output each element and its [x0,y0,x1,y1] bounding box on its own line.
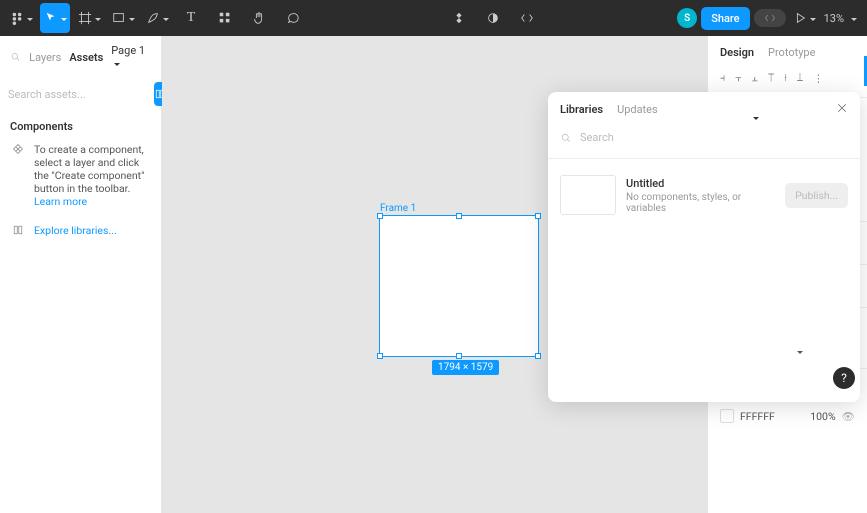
user-avatar[interactable]: S [677,8,697,28]
learn-more-link[interactable]: Learn more [34,195,87,208]
component-tool-button[interactable] [444,3,474,33]
chevron-down-icon [160,12,169,25]
play-icon [793,11,807,25]
component-icon [452,11,466,25]
align-bottom-icon[interactable]: ⟘ [797,71,803,85]
hand-tool-button[interactable] [244,3,274,33]
align-top-icon[interactable]: ⟙ [768,71,774,85]
resize-handle-ne[interactable] [535,213,541,219]
align-hcenter-icon[interactable]: ⫟ [735,71,741,85]
resize-handle-n[interactable] [456,213,462,219]
asset-search-input[interactable] [8,88,148,101]
book-icon [10,224,26,239]
mask-icon [486,11,500,25]
resize-handle-s[interactable] [456,353,462,359]
close-icon [836,102,848,114]
chevron-down-icon [848,12,857,25]
dev-mode-toggle[interactable] [754,9,786,27]
file-title: Untitled [626,177,775,190]
libraries-popover: Libraries Updates Untitled No components… [548,92,860,402]
present-button[interactable] [790,3,820,33]
help-button[interactable]: ? [833,367,855,389]
components-heading: Components [0,110,161,139]
file-thumbnail [560,175,616,215]
resize-handle-sw[interactable] [377,353,383,359]
code-icon [764,12,776,24]
dev-mode-button[interactable] [512,3,542,33]
file-subtitle: No components, styles, or variables [626,192,775,214]
assets-tab[interactable]: Assets [69,51,103,64]
updates-tab[interactable]: Updates [617,103,658,116]
selected-frame[interactable] [380,216,538,356]
page-dropdown[interactable]: Page 1 [111,44,151,70]
zoom-value: 13% [824,12,844,25]
resources-button[interactable] [210,3,240,33]
pen-tool-button[interactable] [142,3,172,33]
figma-logo-icon [10,11,24,25]
top-toolbar: T S Share 13% [0,0,867,36]
main-menu-button[interactable] [6,3,36,33]
fill-hex-input[interactable]: FFFFFF [740,410,775,423]
chevron-down-icon [126,12,135,25]
layers-tab[interactable]: Layers [29,51,61,64]
shape-tool-button[interactable] [108,3,138,33]
libraries-tab[interactable]: Libraries [560,103,603,116]
zoom-dropdown[interactable]: 13% [824,12,861,25]
chevron-down-icon [807,12,816,25]
rectangle-icon [112,11,126,25]
left-panel: Layers Assets Page 1 Components To creat… [0,36,162,513]
create-component-hint: To create a component, select a layer an… [0,139,161,212]
close-button[interactable] [836,102,848,117]
library-file-row: Untitled No components, styles, or varia… [548,165,860,225]
hand-icon [252,11,266,25]
comment-tool-button[interactable] [278,3,308,33]
search-icon [10,51,21,63]
hint-text: To create a component, select a layer an… [34,143,144,195]
chevron-down-icon [92,12,101,25]
fill-swatch[interactable] [720,409,734,423]
pen-icon [146,11,160,25]
frame-label[interactable]: Frame 1 [380,203,416,214]
share-button[interactable]: Share [701,7,749,30]
explore-libraries-link[interactable]: Explore libraries... [34,224,117,239]
resize-handle-se[interactable] [535,353,541,359]
component-icon [10,143,26,208]
design-tab[interactable]: Design [720,46,754,59]
frame-tool-button[interactable] [74,3,104,33]
chevron-down-icon [58,12,67,25]
library-search-input[interactable] [580,131,848,144]
prototype-tab[interactable]: Prototype [768,46,815,59]
align-vcenter-icon[interactable]: ⟊ [784,71,787,85]
canvas[interactable]: Frame 1 1794 × 1579 Libraries Updates [162,36,707,513]
code-icon [520,11,534,25]
move-tool-button[interactable] [40,3,70,33]
publish-button[interactable]: Publish... [785,183,848,208]
text-icon: T [187,10,196,26]
search-icon [560,132,572,144]
align-row: ⫞ ⫟ ⫠ ⟙ ⟊ ⟘ ⋮ [708,65,867,91]
align-right-icon[interactable]: ⫠ [752,71,758,85]
text-tool-button[interactable]: T [176,3,206,33]
fill-opacity-input[interactable]: 100% [810,410,835,423]
resize-handle-nw[interactable] [377,213,383,219]
align-left-icon[interactable]: ⫞ [720,71,725,85]
dimensions-badge: 1794 × 1579 [432,360,499,375]
resources-icon [218,11,232,25]
frame-icon [78,11,92,25]
mask-tool-button[interactable] [478,3,508,33]
explore-libraries-row[interactable]: Explore libraries... [0,220,161,243]
fill-visibility-icon[interactable]: 👁 [842,410,855,423]
cursor-icon [44,11,58,25]
comment-icon [286,11,300,25]
distribute-icon[interactable]: ⋮ [813,72,824,85]
chevron-down-icon [24,12,33,25]
